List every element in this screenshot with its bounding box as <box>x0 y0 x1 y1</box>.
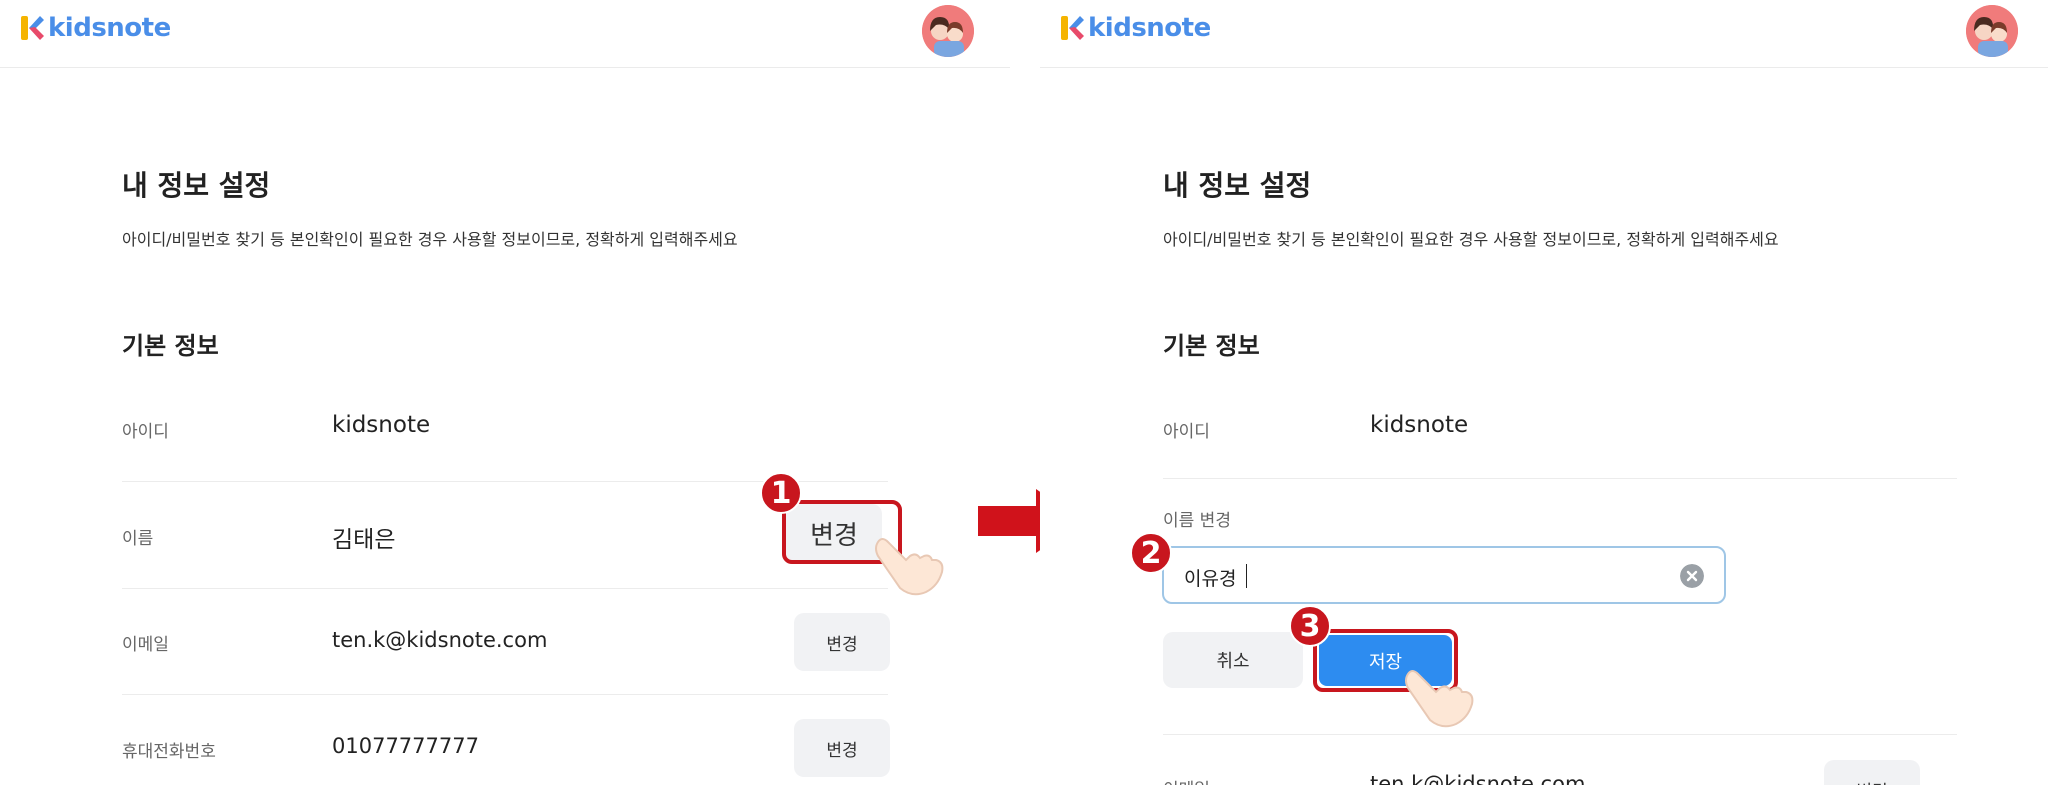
page-description: 아이디/비밀번호 찾기 등 본인확인이 필요한 경우 사용할 정보이므로, 정확… <box>122 230 738 249</box>
brand-name: kidsnote <box>48 13 171 43</box>
kidsnote-logo-icon <box>1061 16 1084 40</box>
page-title: 내 정보 설정 <box>1163 169 1312 202</box>
email-value: ten.k@kidsnote.com <box>1370 772 1586 785</box>
top-bar: kidsnote <box>1040 0 2048 68</box>
phone-label: 휴대전화번호 <box>122 742 216 762</box>
avatar[interactable] <box>1966 5 2018 57</box>
kidsnote-logo[interactable]: kidsnote <box>1060 13 1211 43</box>
email-change-button[interactable]: 변경 <box>1824 760 1920 785</box>
page-title: 내 정보 설정 <box>122 169 271 202</box>
divider <box>1163 734 1957 735</box>
section-title: 기본 정보 <box>122 332 219 360</box>
page-description: 아이디/비밀번호 찾기 등 본인확인이 필요한 경우 사용할 정보이므로, 정확… <box>1163 230 1779 249</box>
step-badge-1: 1 <box>760 472 802 514</box>
kidsnote-logo[interactable]: kidsnote <box>20 13 171 43</box>
name-edit-label: 이름 변경 <box>1163 511 1231 531</box>
text-caret <box>1246 564 1247 588</box>
email-label: 이메일 <box>1163 775 1210 785</box>
avatar-icon <box>922 5 974 57</box>
avatar-icon <box>1966 5 2018 57</box>
brand-name: kidsnote <box>1088 13 1211 43</box>
top-bar: kidsnote <box>0 0 1010 68</box>
step-badge-3: 3 <box>1289 605 1331 647</box>
name-value: 김태은 <box>332 527 396 553</box>
panel-after: kidsnote 내 정보 설정 아이디/비밀번호 찾기 등 본인확인이 필요한… <box>1040 0 2048 785</box>
name-input[interactable]: 이유경 <box>1162 546 1726 604</box>
id-label: 아이디 <box>1163 422 1210 442</box>
name-input-value: 이유경 <box>1184 568 1237 590</box>
cancel-button[interactable]: 취소 <box>1163 632 1303 688</box>
step-badge-2: 2 <box>1130 532 1172 574</box>
divider <box>122 694 888 695</box>
divider <box>122 588 888 589</box>
panel-before: kidsnote 내 정보 설정 아이디/비밀번호 찾기 등 본인확인이 필요한… <box>0 0 1010 785</box>
phone-value: 01077777777 <box>332 734 479 758</box>
pointer-hand-icon <box>1405 670 1474 728</box>
id-label: 아이디 <box>122 422 169 442</box>
clear-input-icon[interactable] <box>1680 564 1704 588</box>
phone-change-button[interactable]: 변경 <box>794 719 890 777</box>
name-label: 이름 <box>122 529 154 549</box>
avatar[interactable] <box>922 5 974 57</box>
kidsnote-logo-icon <box>21 16 44 40</box>
id-value: kidsnote <box>1370 412 1469 438</box>
section-title: 기본 정보 <box>1163 332 1260 360</box>
id-value: kidsnote <box>332 412 431 438</box>
email-change-button[interactable]: 변경 <box>794 613 890 671</box>
email-value: ten.k@kidsnote.com <box>332 628 548 652</box>
email-label: 이메일 <box>122 635 169 655</box>
divider <box>1163 478 1957 479</box>
